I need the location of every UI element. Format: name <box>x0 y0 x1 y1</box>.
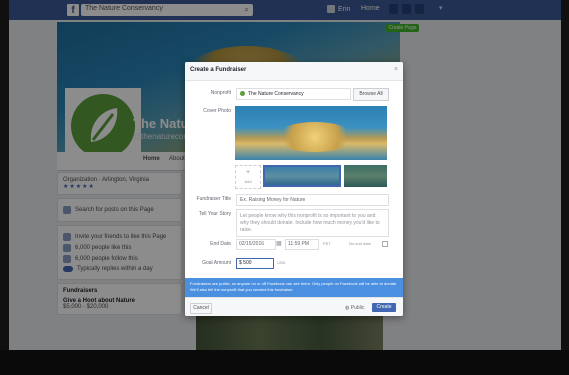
cover-photo-preview <box>235 106 387 160</box>
calendar-icon[interactable]: ▦ <box>276 240 282 247</box>
cover-thumbnail-selected[interactable] <box>263 165 341 187</box>
cover-thumbnail[interactable] <box>344 165 387 187</box>
story-placeholder: Let people know why this nonprofit is so… <box>240 213 380 233</box>
nonprofit-field[interactable]: The Nature Conservancy <box>236 88 351 100</box>
nonprofit-value: The Nature Conservancy <box>248 91 304 97</box>
close-icon[interactable]: × <box>394 66 398 73</box>
dialog-footer: Cancel ◍ Public Create <box>185 297 403 316</box>
cover-photo-label: Cover Photo <box>203 108 231 114</box>
dialog-header: Create a Fundraiser × <box>185 62 403 81</box>
create-button[interactable]: Create <box>372 303 396 312</box>
fundraiser-title-input[interactable]: Ex. Raising Money for Nature <box>236 194 389 206</box>
timezone-label: PST <box>323 241 331 246</box>
no-end-date-label: No end date <box>349 241 371 246</box>
browse-all-button[interactable]: Browse All <box>353 88 389 101</box>
plus-icon: + <box>245 169 251 176</box>
end-date-input[interactable]: 02/15/2016 <box>236 239 276 250</box>
story-textarea[interactable]: Let people know why this nonprofit is so… <box>236 209 389 237</box>
video-letterbox-bar <box>0 350 569 375</box>
public-notice: Fundraisers are public, so anyone on or … <box>185 278 403 297</box>
nonprofit-logo-icon <box>240 91 245 96</box>
currency-label: USD <box>277 260 286 265</box>
goal-amount-label: Goal Amount <box>202 260 231 266</box>
story-label: Tell Your Story <box>199 211 231 217</box>
goal-amount-input[interactable]: $ 500 <box>236 258 274 269</box>
privacy-selector[interactable]: ◍ Public <box>345 305 364 311</box>
coral-shape <box>275 122 355 152</box>
end-time-input[interactable]: 11:59 PM <box>285 239 319 250</box>
app-window: f The Nature Conservancy ⌕ Erin Home ▾ C… <box>9 0 561 350</box>
add-photo-button[interactable]: + Add <box>235 165 261 189</box>
add-photo-label: Add <box>244 179 252 184</box>
no-end-date-checkbox[interactable] <box>382 241 388 247</box>
nonprofit-label: Nonprofit <box>210 90 231 96</box>
privacy-label: Public <box>350 305 365 311</box>
create-fundraiser-dialog: Create a Fundraiser × Nonprofit The Natu… <box>185 62 403 316</box>
fundraiser-title-label: Fundraiser Title <box>196 196 231 202</box>
dialog-title: Create a Fundraiser <box>190 67 247 73</box>
cancel-button[interactable]: Cancel <box>190 303 212 314</box>
end-date-label: End Date <box>210 241 231 247</box>
title-placeholder: Ex. Raising Money for Nature <box>240 197 306 203</box>
